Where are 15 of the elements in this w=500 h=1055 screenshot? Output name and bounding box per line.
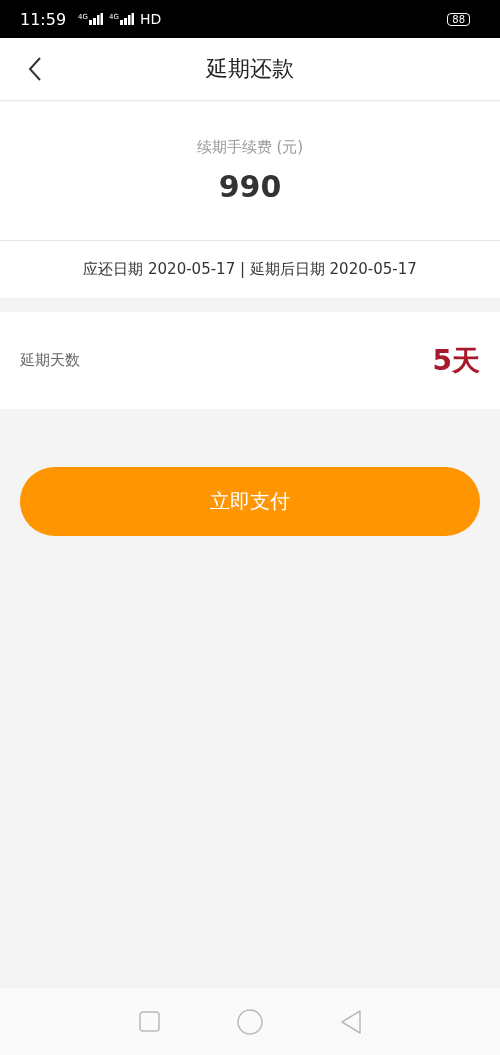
extension-label: 延期天数 <box>20 351 80 370</box>
fee-amount: 990 <box>218 168 282 204</box>
due-dates: 应还日期 2020-05-17 | 延期后日期 2020-05-17 <box>0 241 500 298</box>
signal-icon <box>89 13 103 25</box>
pay-button[interactable]: 立即支付 <box>20 467 480 536</box>
status-time: 11:59 <box>20 9 67 29</box>
signal-icon <box>119 13 134 25</box>
battery-level: 88 <box>447 12 470 26</box>
hd-indicator: HD <box>139 11 162 27</box>
recents-icon[interactable] <box>138 1011 160 1032</box>
fee-label: 续期手续费 (元) <box>196 137 304 157</box>
page-title: 延期还款 <box>206 55 294 83</box>
extension-days: 5天 <box>432 341 480 380</box>
home-icon[interactable] <box>236 1008 263 1035</box>
back-icon[interactable] <box>28 56 42 82</box>
